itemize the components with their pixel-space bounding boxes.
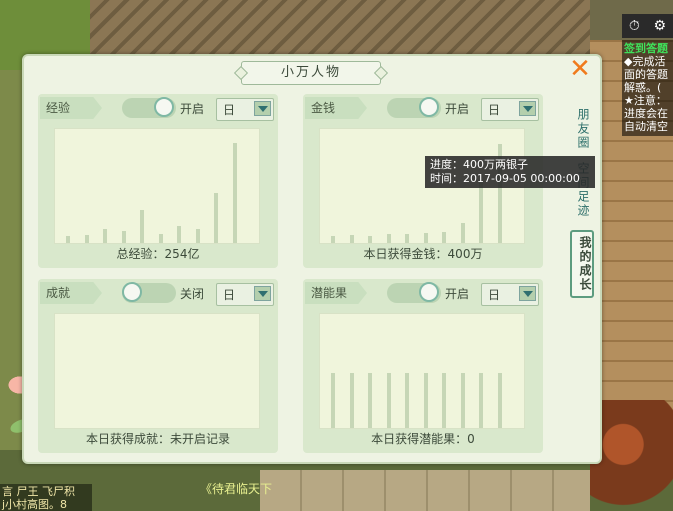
bar-plot [319, 313, 525, 429]
quest-line: ◆完成活 [624, 55, 666, 68]
chevron-down-icon[interactable] [519, 286, 536, 301]
quest-title[interactable]: 签到答题 [624, 42, 671, 55]
chevron-down-icon[interactable] [254, 101, 271, 116]
period-value: 日 [488, 103, 501, 117]
toggle-knob [154, 97, 174, 117]
tab-friends-circle[interactable]: 朋友圈 [570, 108, 590, 150]
side-tab-bar: 朋友圈 空间足迹 我的成长 [570, 108, 594, 310]
chart-bar[interactable] [461, 223, 465, 243]
achievement-section: 成就 关闭 日 本日获得成就：未开启记录 [38, 279, 278, 453]
chart-bar[interactable] [368, 236, 372, 243]
chart-bar[interactable] [479, 182, 483, 243]
stopwatch-icon[interactable]: ⏱ [629, 18, 640, 34]
chart-bar[interactable] [368, 373, 372, 428]
chart-bar[interactable] [387, 234, 391, 243]
chart-bar[interactable] [85, 235, 89, 243]
potential-fruit-section: 潜能果 开启 日 本日获得潜能果：0 [303, 279, 543, 453]
section-label: 金钱 [305, 97, 367, 119]
ground-left [0, 70, 22, 511]
chart-bar[interactable] [331, 236, 335, 243]
toggle-state-label: 开启 [180, 102, 205, 116]
experience-section: 经验 开启 日 总经验：254亿 [38, 94, 278, 268]
bar-plot [54, 128, 260, 244]
chat-line: 言 尸王 飞尸积 [2, 485, 75, 498]
period-dropdown[interactable]: 日 [216, 283, 274, 306]
chart-bar[interactable] [177, 226, 181, 243]
toggle-state-label: 关闭 [180, 287, 205, 301]
chat-line: j小村高图。8 [2, 498, 68, 511]
period-dropdown[interactable]: 日 [216, 98, 274, 121]
section-caption: 总经验：254亿 [116, 247, 200, 261]
chart-bar[interactable] [122, 231, 126, 243]
quest-line: ★注意： [624, 94, 667, 107]
period-value: 日 [223, 288, 236, 302]
section-caption: 本日获得金钱：400万 [363, 247, 483, 261]
chart-bar[interactable] [214, 193, 218, 243]
close-button[interactable]: ✕ [568, 56, 592, 82]
chart-bar[interactable] [140, 210, 144, 243]
period-dropdown[interactable]: 日 [481, 283, 539, 306]
chevron-down-icon[interactable] [254, 286, 271, 301]
chart-bar[interactable] [498, 373, 502, 428]
chart-bar[interactable] [350, 235, 354, 243]
section-caption: 本日获得潜能果：0 [371, 432, 475, 446]
character-panel: 小万人物 ✕ 朋友圈 空间足迹 我的成长 经验 开启 日 总经验：254亿 金钱… [22, 54, 602, 464]
tooltip-time: 时间：2017-09-05 00:00:00 [430, 172, 580, 185]
toggle-state-label: 开启 [445, 287, 470, 301]
chart-bar[interactable] [442, 232, 446, 243]
chart-bar[interactable] [331, 373, 335, 428]
chart-bar[interactable] [159, 234, 163, 243]
quest-tracker[interactable]: 签到答题 ◆完成活 面的答题 解惑。( ★注意： 进度会在 自动清空 [622, 40, 673, 136]
quest-line: 解惑。( [624, 81, 662, 94]
toggle-knob [419, 97, 439, 117]
period-dropdown[interactable]: 日 [481, 98, 539, 121]
chart-bar[interactable] [479, 373, 483, 428]
hud-icon-bar: ⏱ ⚙ [622, 14, 673, 38]
chart-bar[interactable] [424, 233, 428, 243]
chart-bar[interactable] [66, 236, 70, 243]
record-toggle[interactable] [122, 97, 176, 118]
chevron-down-icon[interactable] [519, 101, 536, 116]
chat-box[interactable]: 言 尸王 飞尸积 j小村高图。8 [0, 484, 92, 511]
record-toggle[interactable] [122, 282, 176, 303]
tooltip-progress: 进度：400万两银子 [430, 158, 528, 171]
stone-path [260, 470, 590, 511]
section-label: 潜能果 [305, 282, 367, 304]
chart-bar[interactable] [233, 143, 237, 243]
chart-bar[interactable] [424, 373, 428, 428]
chart-bar[interactable] [196, 229, 200, 243]
quest-line: 进度会在 [624, 107, 668, 120]
bar-tooltip: 进度：400万两银子 时间：2017-09-05 00:00:00 [425, 156, 595, 188]
chart-bar[interactable] [350, 373, 354, 428]
chart-bar[interactable] [405, 373, 409, 428]
tab-my-growth[interactable]: 我的成长 [570, 230, 594, 298]
toggle-state-label: 开启 [445, 102, 470, 116]
quest-line: 自动清空 [624, 120, 668, 133]
toggle-knob [122, 282, 142, 302]
toggle-knob [419, 282, 439, 302]
chart-bar[interactable] [461, 373, 465, 428]
section-label: 经验 [40, 97, 102, 119]
section-label: 成就 [40, 282, 102, 304]
bar-plot [54, 313, 260, 429]
period-value: 日 [488, 288, 501, 302]
record-toggle[interactable] [387, 97, 441, 118]
gear-icon[interactable]: ⚙ [654, 18, 667, 34]
chart-bar[interactable] [387, 373, 391, 428]
record-toggle[interactable] [387, 282, 441, 303]
quest-line: 面的答题 [624, 68, 668, 81]
chart-bar[interactable] [442, 373, 446, 428]
section-caption: 本日获得成就：未开启记录 [85, 432, 230, 446]
world-banner-text: 《待君临天下 [200, 482, 273, 496]
period-value: 日 [223, 103, 236, 117]
chart-bar[interactable] [103, 229, 107, 243]
chart-bar[interactable] [405, 234, 409, 243]
panel-title: 小万人物 [241, 61, 381, 85]
